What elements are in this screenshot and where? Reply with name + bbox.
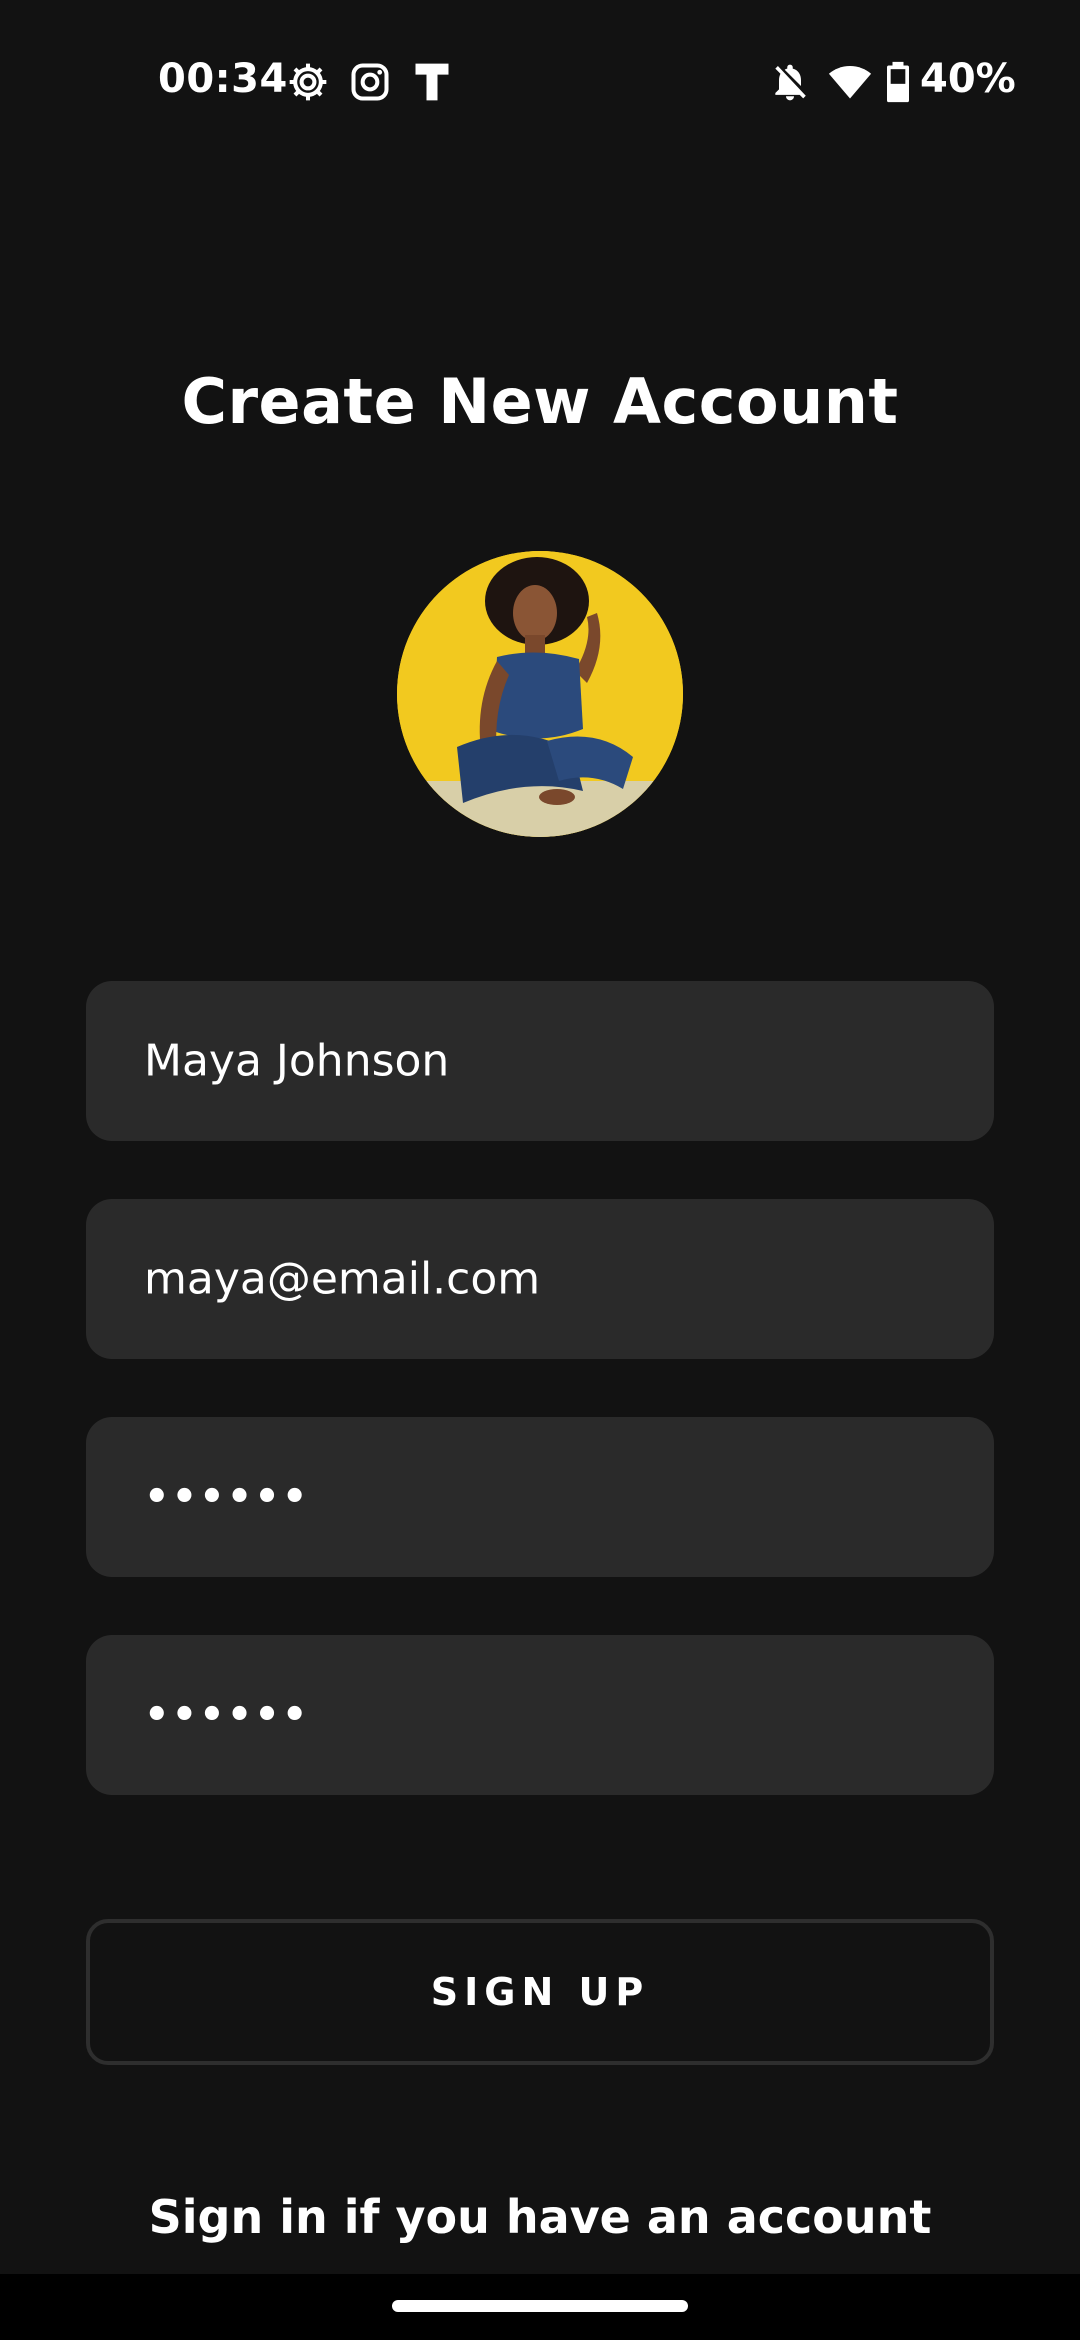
password-field-value: ••••••	[144, 1474, 310, 1520]
signup-screen: 00:34 40% Create New Account Maya Johnso…	[0, 0, 1080, 2340]
page-title: Create New Account	[181, 365, 899, 438]
instagram-icon	[348, 60, 392, 104]
t-app-icon	[410, 60, 454, 104]
password-field[interactable]: ••••••	[86, 1417, 994, 1577]
settings-gear-icon	[286, 60, 330, 104]
confirm-password-field[interactable]: ••••••	[86, 1635, 994, 1795]
confirm-password-field-value: ••••••	[144, 1692, 310, 1738]
email-field-value: maya@email.com	[144, 1253, 541, 1305]
status-time: 00:34	[158, 56, 288, 102]
sign-up-button[interactable]: SIGN UP	[86, 1919, 994, 2065]
sign-in-link[interactable]: Sign in if you have an account	[0, 2190, 1080, 2244]
status-bar: 00:34 40%	[0, 0, 1080, 165]
sign-up-button-label: SIGN UP	[430, 1970, 650, 2014]
home-indicator[interactable]	[392, 2300, 688, 2312]
name-field-value: Maya Johnson	[144, 1035, 450, 1087]
name-field[interactable]: Maya Johnson	[86, 981, 994, 1141]
email-field[interactable]: maya@email.com	[86, 1199, 994, 1359]
profile-photo	[397, 551, 683, 837]
bell-off-icon	[768, 60, 812, 104]
battery-percent: 40%	[920, 56, 1016, 102]
avatar[interactable]	[397, 551, 683, 837]
wifi-icon	[828, 60, 872, 104]
battery-icon	[876, 60, 920, 104]
